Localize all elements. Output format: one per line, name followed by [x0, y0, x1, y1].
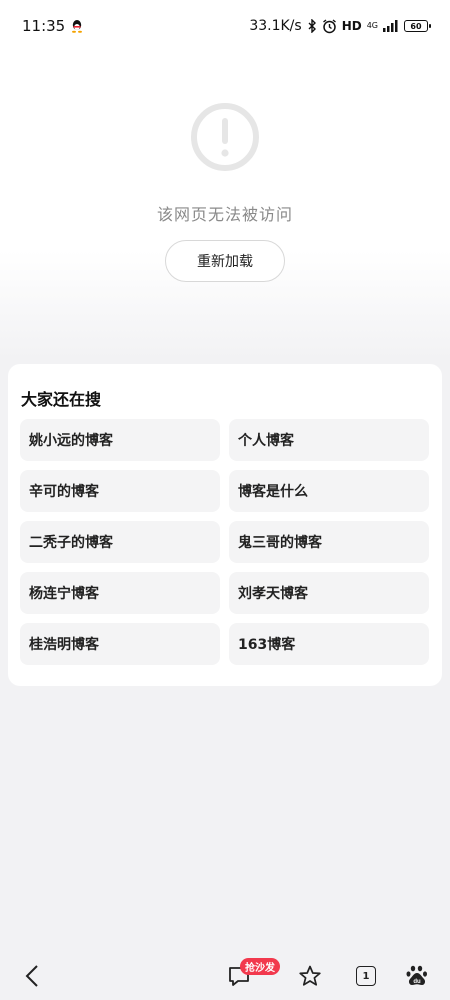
error-icon — [190, 102, 260, 172]
hd-label: HD — [341, 19, 362, 33]
alarm-icon — [322, 18, 336, 33]
back-icon — [25, 965, 38, 987]
favorite-button[interactable] — [296, 962, 324, 990]
baidu-icon: du — [406, 965, 427, 985]
battery-icon: 60 — [404, 20, 431, 32]
svg-text:du: du — [413, 979, 421, 985]
comment-badge: 抢沙发 — [240, 958, 280, 975]
suggestion-item[interactable]: 辛可的博客 — [20, 470, 220, 512]
suggestion-item[interactable]: 博客是什么 — [229, 470, 429, 512]
bluetooth-icon — [308, 19, 316, 33]
suggestion-item[interactable]: 杨连宁博客 — [20, 572, 220, 614]
suggestion-item[interactable]: 桂浩明博客 — [20, 623, 220, 665]
suggestions-grid: 姚小远的博客 个人博客 辛可的博客 博客是什么 二秃子的博客 鬼三哥的博客 杨连… — [20, 419, 430, 665]
qq-icon — [72, 20, 83, 33]
net-speed: 33.1K/s — [249, 18, 302, 34]
status-bar: 11:35 33.1K/s HD 4G 60 — [0, 0, 450, 52]
suggestions-title: 大家还在搜 — [21, 390, 102, 409]
battery-level: 60 — [410, 21, 422, 31]
baidu-button[interactable]: du — [404, 962, 430, 990]
tabs-icon: 1 — [356, 966, 376, 986]
tabs-button[interactable]: 1 — [354, 962, 378, 990]
suggestion-item[interactable]: 163博客 — [229, 623, 429, 665]
back-button[interactable] — [20, 962, 44, 990]
star-icon — [299, 965, 321, 986]
suggestion-item[interactable]: 刘孝天博客 — [229, 572, 429, 614]
status-time: 11:35 — [22, 17, 66, 35]
bottom-nav: 1 du — [0, 950, 450, 1000]
network-label: 4G — [366, 21, 378, 30]
suggestion-item[interactable]: 姚小远的博客 — [20, 419, 220, 461]
network-type: 4G — [367, 22, 378, 30]
status-right: 33.1K/s HD 4G 60 — [249, 18, 431, 34]
suggestion-item[interactable]: 二秃子的博客 — [20, 521, 220, 563]
reload-button[interactable]: 重新加载 — [165, 240, 285, 282]
error-message: 该网页无法被访问 — [156, 205, 293, 224]
signal-icon — [383, 20, 398, 32]
suggestions-card: 大家还在搜 姚小远的博客 个人博客 辛可的博客 博客是什么 二秃子的博客 鬼三哥… — [8, 364, 442, 686]
suggestion-item[interactable]: 个人博客 — [229, 419, 429, 461]
status-left: 11:35 — [22, 17, 83, 35]
suggestion-item[interactable]: 鬼三哥的博客 — [229, 521, 429, 563]
